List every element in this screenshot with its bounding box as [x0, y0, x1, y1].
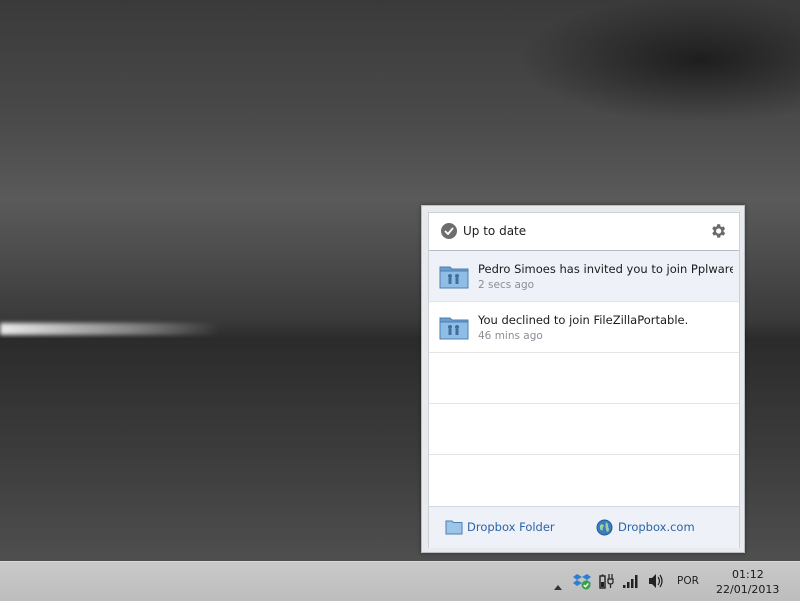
- dropbox-popup: Up to date Pedro Simoes has invited you …: [421, 205, 745, 553]
- globe-icon: [596, 519, 613, 536]
- dropbox-tray-icon[interactable]: [573, 572, 591, 590]
- input-language-indicator[interactable]: POR: [677, 575, 699, 587]
- popup-footer: Dropbox Folder Dropbox.com: [429, 506, 739, 548]
- notification-title: Pedro Simoes has invited you to join Ppl…: [478, 262, 733, 276]
- power-battery-icon[interactable]: [598, 572, 616, 590]
- empty-row: [429, 353, 739, 404]
- shared-folder-icon: [439, 317, 469, 340]
- sync-status: Up to date: [463, 224, 527, 238]
- dropbox-website-link[interactable]: Dropbox.com: [596, 519, 696, 537]
- gear-icon[interactable]: [709, 222, 727, 240]
- dropbox-panel: Up to date Pedro Simoes has invited you …: [428, 212, 740, 548]
- clock-time[interactable]: 01:12: [732, 568, 764, 581]
- show-hidden-icons-icon[interactable]: [553, 578, 563, 596]
- notification-time: 46 mins ago: [478, 330, 543, 342]
- empty-row: [429, 455, 739, 505]
- dropbox-folder-link[interactable]: Dropbox Folder: [445, 519, 555, 537]
- network-signal-icon[interactable]: [622, 572, 640, 590]
- folder-icon: [445, 520, 463, 535]
- notification-time: 2 secs ago: [478, 279, 535, 291]
- check-icon: [441, 223, 457, 239]
- popup-header: Up to date: [429, 213, 739, 251]
- shared-folder-icon: [439, 266, 469, 289]
- notification-row[interactable]: You declined to join FileZillaPortable. …: [429, 302, 739, 353]
- wallpaper-horizon-light: [0, 323, 220, 335]
- notification-title: You declined to join FileZillaPortable.: [478, 313, 689, 327]
- dropbox-folder-label: Dropbox Folder: [467, 520, 555, 534]
- dropbox-website-label: Dropbox.com: [618, 520, 695, 534]
- volume-icon[interactable]: [647, 572, 665, 590]
- clock-date[interactable]: 22/01/2013: [716, 583, 779, 596]
- notification-row[interactable]: Pedro Simoes has invited you to join Ppl…: [429, 251, 739, 302]
- taskbar: POR 01:12 22/01/2013: [0, 561, 800, 601]
- empty-row: [429, 404, 739, 455]
